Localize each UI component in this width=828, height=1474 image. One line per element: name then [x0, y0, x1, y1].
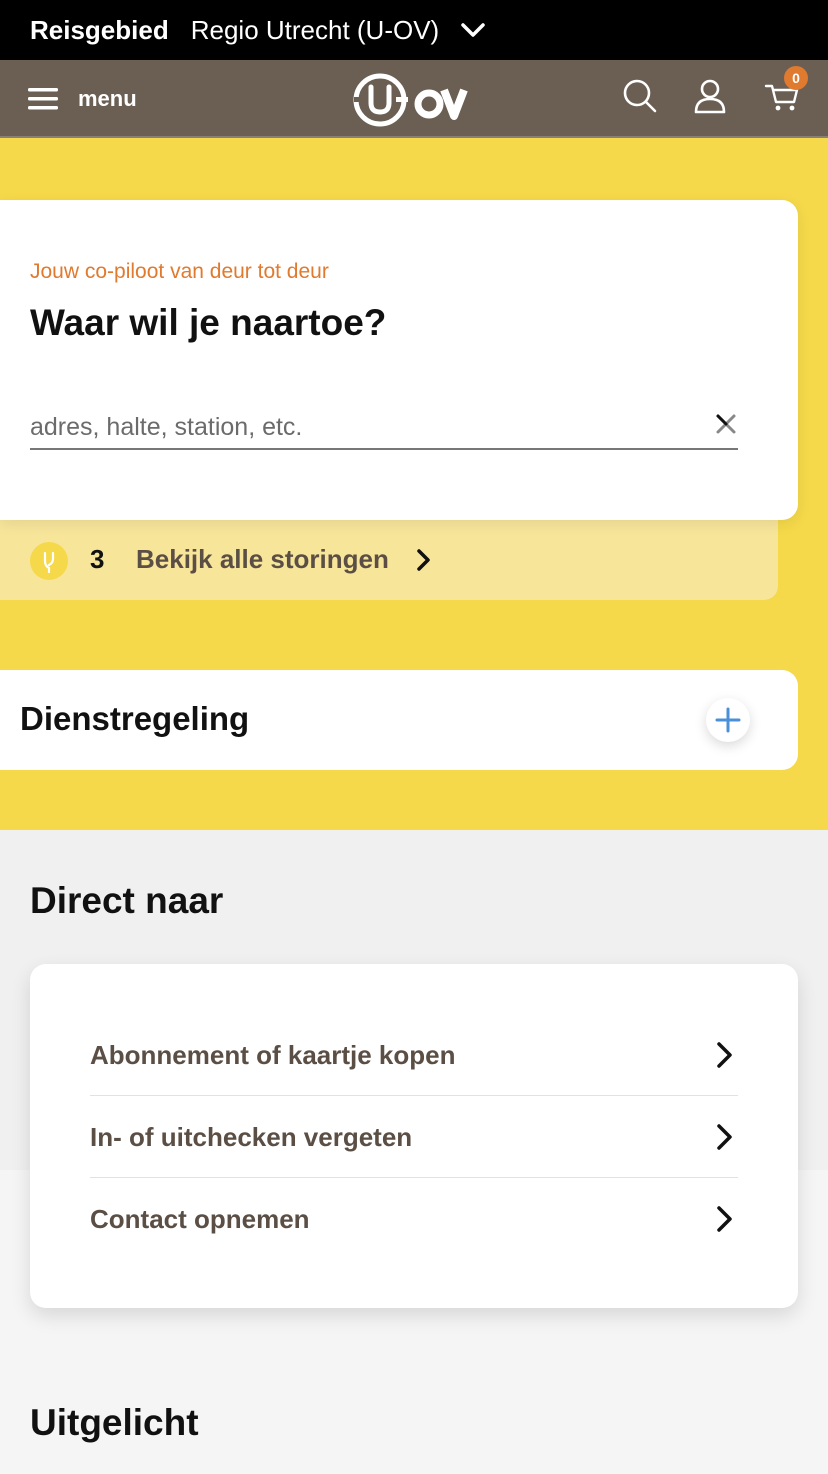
hamburger-icon: [28, 88, 58, 110]
quick-links-title: Direct naar: [30, 880, 224, 921]
u-ov-logo[interactable]: [352, 70, 476, 130]
featured-title: Uitgelicht: [30, 1402, 199, 1443]
disruption-count: 3: [90, 544, 105, 574]
region-value: Regio Utrecht (U-OV): [190, 14, 440, 45]
quick-link-contact[interactable]: Contact opnemen: [90, 1178, 738, 1260]
close-icon[interactable]: [712, 410, 740, 438]
timetable-title: Dienstregeling: [20, 700, 250, 737]
chevron-right-icon: [717, 1042, 732, 1068]
planner-title: Waar wil je naartoe?: [30, 302, 387, 343]
menu-label: menu: [78, 86, 137, 111]
chevron-down-icon[interactable]: [459, 16, 487, 44]
quick-link-buy-ticket[interactable]: Abonnement of kaartje kopen: [90, 1014, 738, 1096]
destination-input[interactable]: [30, 406, 738, 450]
cart-count-badge: 0: [784, 66, 808, 90]
plus-icon: [715, 707, 741, 733]
disruption-icon: [30, 542, 68, 580]
site-header: menu: [0, 60, 828, 138]
expand-timetable-button[interactable]: [706, 698, 750, 742]
search-icon[interactable]: [622, 78, 658, 114]
planner-subtitle: Jouw co-piloot van deur tot deur: [30, 260, 329, 283]
quick-link-label: In- of uitchecken vergeten: [90, 1121, 413, 1152]
quick-link-label: Contact opnemen: [90, 1203, 310, 1234]
user-icon[interactable]: [692, 78, 728, 114]
view-all-disruptions-link[interactable]: Bekijk alle storingen: [136, 544, 389, 575]
chevron-right-icon: [717, 1124, 732, 1150]
chevron-right-icon[interactable]: [412, 548, 436, 572]
region-selector[interactable]: Reisgebied Regio Utrecht (U-OV): [0, 0, 828, 60]
menu-button[interactable]: menu: [28, 82, 137, 116]
journey-planner-card: Jouw co-piloot van deur tot deur Waar wi…: [0, 200, 798, 520]
region-label: Reisgebied: [30, 14, 169, 45]
quick-link-label: Abonnement of kaartje kopen: [90, 1039, 456, 1070]
quick-link-forgot-checkin[interactable]: In- of uitchecken vergeten: [90, 1096, 738, 1178]
chevron-right-icon: [717, 1206, 732, 1232]
